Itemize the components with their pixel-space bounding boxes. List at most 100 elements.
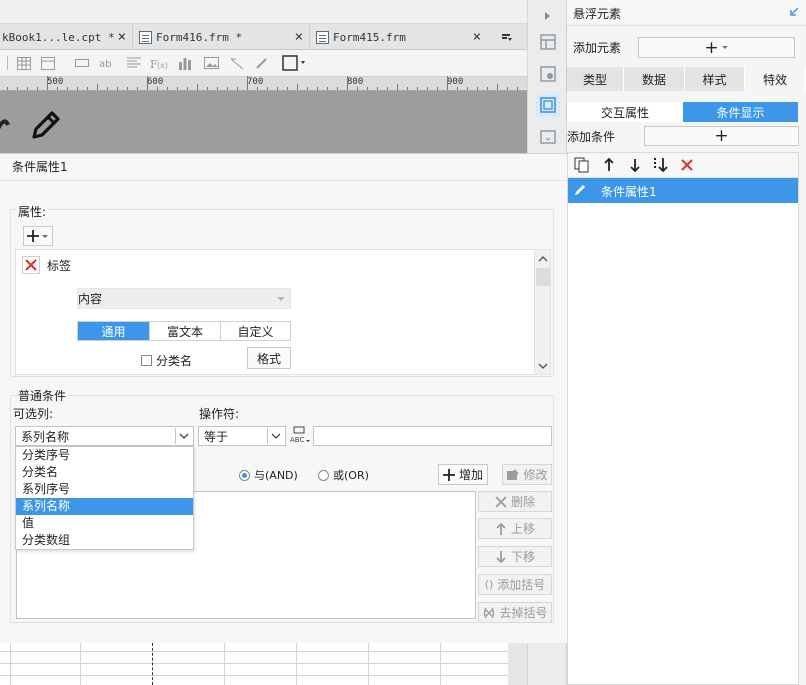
table-grid-icon[interactable] [16,55,32,71]
scroll-down-icon[interactable] [538,362,548,370]
add-condition-item-button[interactable]: 增加 [438,464,488,485]
scroll-up-icon[interactable] [538,255,548,263]
scrollbar-thumb[interactable] [536,268,550,286]
and-radio[interactable]: 与(AND) [239,467,298,483]
tab-kbook1[interactable]: kBook1...le.cpt * × [0,24,133,50]
tab-style[interactable]: 样式 [685,67,745,91]
text-ab-icon[interactable]: ab [99,55,115,71]
close-icon[interactable]: × [473,29,481,45]
add-condition-button[interactable]: + [644,126,799,146]
brush-icon[interactable] [254,55,270,71]
tab-form416[interactable]: Form416.frm * × [134,24,310,50]
effect-subtabs: 交互属性 条件显示 [567,102,806,122]
column-select-value: 系列名称 [21,429,70,444]
info-settings-icon[interactable] [536,62,560,86]
content-select[interactable]: 内容 [77,288,291,309]
operator-select[interactable]: 等于 [198,426,286,446]
delete-icon [495,495,507,508]
formula-icon[interactable]: F (x) [150,55,168,71]
report-grid[interactable] [0,643,508,685]
image-icon[interactable] [203,55,219,71]
close-icon[interactable]: × [295,29,303,45]
checkbox-box[interactable] [141,355,152,366]
radio-button[interactable] [239,469,250,481]
condition-item[interactable]: 条件属性1 [568,178,798,203]
ruler-mark: 900 [447,77,464,87]
tab-general[interactable]: 通用 [78,322,149,340]
attributes-label: 属性: [16,203,49,220]
text-field-icon[interactable] [74,55,90,71]
align-lines-icon[interactable] [126,55,142,71]
remove-bracket-button[interactable]: 去掉括号 [478,602,552,623]
float-element-icon[interactable] [536,93,560,117]
arrow-up-icon[interactable] [603,158,615,172]
bar-chart-icon[interactable] [177,55,193,71]
add-element-button[interactable]: + [638,37,795,58]
ruler-tick [167,87,168,90]
ruler-tick [237,87,238,90]
tab-type[interactable]: 类型 [567,67,624,91]
dropdown-option[interactable]: 系列序号 [16,481,193,498]
column-select[interactable]: 系列名称 [15,426,194,446]
ruler-tick [307,87,308,90]
close-icon[interactable]: × [118,29,126,45]
attribute-list-scrollbar[interactable] [534,250,550,374]
line-icon[interactable] [229,55,245,71]
column-dropdown-list[interactable]: 分类序号 分类名 系列序号 系列名称 值 分类数组 [15,446,194,550]
radio-button[interactable] [318,469,329,481]
tab-rich-text[interactable]: 富文本 [149,322,220,340]
widget-settings-icon[interactable] [536,125,560,149]
ruler-tick [367,87,368,90]
condition-value-input[interactable] [313,426,552,446]
dropdown-option-selected[interactable]: 系列名称 [16,498,193,515]
ruler-tick [377,87,378,90]
dropdown-option[interactable]: 分类名 [16,464,193,481]
border-dropdown-icon[interactable] [281,55,311,71]
tab-custom[interactable]: 自定义 [220,322,290,340]
category-name-checkbox[interactable]: 分类名 [141,352,192,369]
top-strip [0,0,527,24]
tab-form415[interactable]: Form415.frm × [311,24,487,50]
format-button[interactable]: 格式 [247,347,291,369]
ruler-tick [27,87,28,90]
ruler-tick [87,87,88,90]
collapse-arrow-icon[interactable] [788,6,800,18]
document-icon [139,30,152,44]
subtab-interaction[interactable]: 交互属性 [567,102,683,122]
or-radio-label: 或(OR) [333,469,369,482]
svg-text:ab: ab [99,59,111,69]
ruler-tick [47,76,48,90]
arrow-down-icon [496,550,506,563]
ruler-tick [387,87,388,90]
tab-data[interactable]: 数据 [624,67,685,91]
expand-arrow-icon[interactable] [536,4,560,28]
cell-attributes-icon[interactable] [536,30,560,54]
chevron-down-icon [175,428,191,444]
copy-icon[interactable] [574,157,590,173]
ruler-mark: 600 [147,77,164,87]
design-canvas[interactable] [0,91,527,153]
move-down-button[interactable]: 下移 [478,546,552,567]
frame-icon[interactable] [40,55,56,71]
dropdown-option[interactable]: 分类序号 [16,447,193,464]
add-bracket-button[interactable]: () 添加括号 [478,574,552,595]
move-up-button[interactable]: 上移 [478,518,552,539]
tab-effects[interactable]: 特效 [745,67,806,91]
arrow-down-icon[interactable] [629,158,641,172]
subtab-conditional-display[interactable]: 条件显示 [683,102,798,122]
text-formula-icon[interactable]: ABC [290,425,312,446]
document-icon [316,30,329,44]
sort-down-icon[interactable] [652,157,670,173]
add-attribute-button[interactable] [23,226,53,246]
modify-button[interactable]: 修改 [502,464,552,485]
ruler-tick [217,87,218,90]
tab-list-menu-icon[interactable] [497,28,517,48]
delete-icon[interactable] [680,158,694,172]
modify-icon [507,468,520,480]
dropdown-option[interactable]: 分类数组 [16,532,193,549]
dropdown-option[interactable]: 值 [16,515,193,532]
ruler-tick [147,76,148,90]
delete-button[interactable]: 删除 [478,491,552,512]
or-radio[interactable]: 或(OR) [318,467,369,483]
remove-attribute-icon[interactable] [22,256,40,274]
